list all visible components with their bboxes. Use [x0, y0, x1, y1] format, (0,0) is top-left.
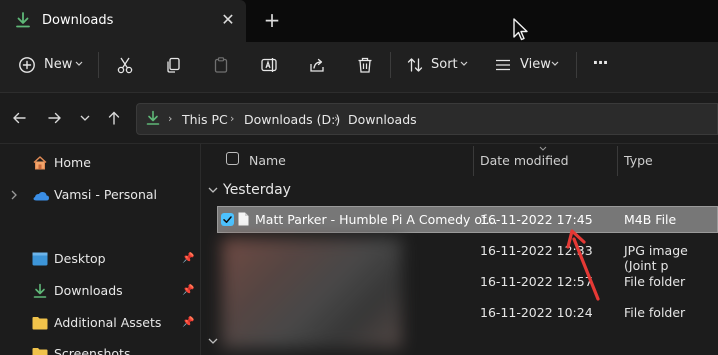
toolbar-divider — [390, 52, 391, 78]
sidebar-item-label: Vamsi - Personal — [54, 187, 157, 202]
copy-icon[interactable] — [164, 56, 182, 74]
file-date: 16-11-2022 10:24 — [480, 305, 593, 320]
new-tab-button[interactable]: + — [262, 8, 282, 32]
pin-icon: 📌 — [182, 317, 195, 328]
chevron-down-icon — [460, 61, 468, 67]
checkmark-icon — [223, 216, 232, 223]
chevron-down-icon — [75, 61, 83, 67]
sidebar-item-additional-assets[interactable]: Additional Assets 📌 — [26, 311, 196, 335]
sidebar-item-label: Downloads — [54, 283, 123, 298]
breadcrumb-this-pc[interactable]: This PC — [182, 112, 228, 127]
file-type: M4B File — [624, 212, 677, 227]
breadcrumb-chevron-icon[interactable]: › — [230, 112, 234, 125]
chevron-down-icon — [551, 61, 559, 67]
more-options-button[interactable]: ··· — [588, 52, 612, 76]
column-separator[interactable] — [617, 146, 618, 176]
cut-icon[interactable] — [116, 56, 134, 74]
group-collapse-chevron-icon[interactable] — [208, 337, 218, 345]
breadcrumb-chevron-icon[interactable]: › — [334, 112, 338, 125]
plus-circle-icon — [18, 56, 36, 74]
column-separator[interactable] — [473, 146, 474, 176]
tab-title: Downloads — [42, 13, 114, 28]
sort-chevron-icon — [539, 146, 547, 151]
file-name: Matt Parker - Humble Pi A Comedy of... — [255, 212, 498, 227]
mouse-cursor-icon — [513, 18, 529, 42]
column-header-type[interactable]: Type — [624, 153, 653, 168]
expand-chevron-icon[interactable] — [10, 189, 18, 201]
folder-icon — [32, 316, 48, 330]
group-header-yesterday[interactable]: Yesterday — [223, 182, 291, 198]
group-collapse-chevron-icon[interactable] — [208, 186, 218, 194]
toolbar-divider — [576, 52, 577, 78]
sidebar-item-onedrive[interactable]: Vamsi - Personal — [26, 183, 196, 207]
toolbar-divider — [98, 52, 99, 78]
view-icon — [494, 56, 512, 74]
tab-downloads[interactable] — [0, 0, 246, 42]
sort-icon — [406, 56, 424, 74]
sidebar-item-downloads[interactable]: Downloads 📌 — [26, 279, 196, 303]
sidebar-item-desktop[interactable]: Desktop 📌 — [26, 247, 196, 271]
home-icon — [32, 155, 48, 171]
breadcrumb-downloads-folder[interactable]: Downloads — [348, 112, 417, 127]
breadcrumb-chevron-icon[interactable]: › — [168, 112, 172, 125]
download-location-icon — [145, 110, 161, 126]
close-tab-button[interactable]: ✕ — [218, 9, 238, 31]
pin-icon: 📌 — [182, 285, 195, 296]
file-icon — [238, 212, 249, 226]
forward-arrow-icon[interactable] — [47, 110, 63, 126]
desktop-icon — [32, 252, 48, 266]
file-type: File folder — [624, 274, 686, 289]
sidebar-item-label: Screenshots — [54, 346, 131, 355]
folder-icon — [32, 347, 48, 355]
file-type: File folder — [624, 305, 686, 320]
sort-button[interactable]: Sort — [400, 50, 476, 80]
sidebar-item-screenshots[interactable]: Screenshots — [26, 343, 196, 355]
up-arrow-icon[interactable] — [106, 110, 122, 126]
sidebar-item-label: Additional Assets — [54, 315, 162, 330]
sidebar-item-label: Desktop — [54, 251, 106, 266]
paste-icon[interactable] — [212, 56, 230, 74]
recent-locations-chevron-icon[interactable] — [80, 114, 90, 122]
column-header-name[interactable]: Name — [249, 153, 286, 168]
rename-icon[interactable] — [260, 56, 278, 74]
view-label: View — [520, 57, 551, 72]
share-icon[interactable] — [308, 56, 326, 74]
new-label: New — [44, 57, 73, 72]
back-arrow-icon[interactable] — [11, 110, 27, 126]
breadcrumb-downloads-drive[interactable]: Downloads (D:) — [244, 112, 340, 127]
delete-icon[interactable] — [356, 56, 374, 74]
select-all-checkbox[interactable] — [226, 152, 239, 165]
pane-divider[interactable] — [200, 144, 201, 355]
download-icon — [32, 283, 48, 299]
new-button[interactable]: New — [10, 50, 90, 80]
pin-icon: 📌 — [182, 253, 195, 264]
onedrive-cloud-icon — [32, 188, 50, 202]
column-header-date-modified[interactable]: Date modified — [480, 153, 569, 168]
sidebar-item-label: Home — [54, 155, 91, 170]
view-button[interactable]: View — [488, 50, 568, 80]
download-icon — [14, 11, 32, 29]
red-annotation-arrow-icon — [560, 225, 606, 305]
row-checkbox-checked[interactable] — [221, 213, 234, 226]
sidebar-item-home[interactable]: Home — [26, 151, 196, 175]
sort-label: Sort — [431, 57, 458, 72]
